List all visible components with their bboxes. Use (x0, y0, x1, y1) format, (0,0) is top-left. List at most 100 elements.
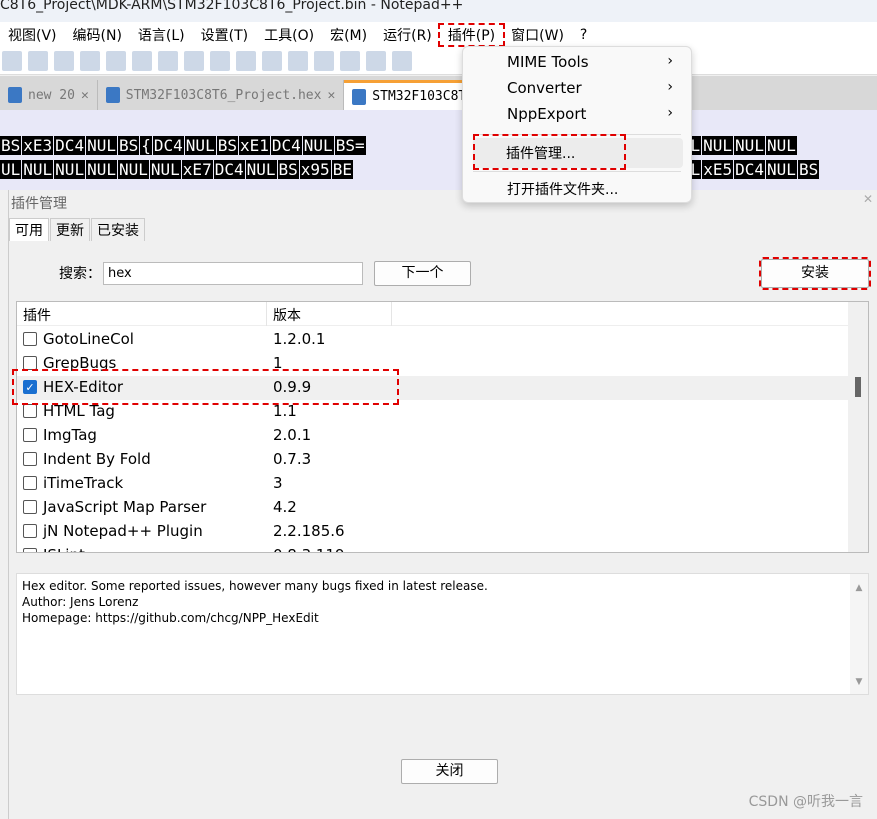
menu-encoding[interactable]: 编码(N) (65, 25, 130, 45)
undo-icon[interactable] (80, 50, 100, 71)
plugin-version: 1.2.0.1 (273, 330, 326, 348)
tab-available[interactable]: 可用 (9, 218, 49, 241)
control-char: NUL (86, 160, 117, 179)
control-char: NUL (54, 160, 86, 179)
chevron-right-icon: › (667, 79, 673, 95)
sync-h-icon[interactable] (262, 50, 282, 71)
tab-new20[interactable]: new 20 ✕ (0, 80, 98, 110)
column-plugin[interactable]: 插件 (23, 305, 51, 325)
checkbox[interactable] (23, 548, 37, 552)
control-char: BS= (334, 136, 366, 155)
menu-item-open-plugin-folder[interactable]: 打开插件文件夹... (507, 179, 618, 199)
checkbox[interactable] (23, 500, 37, 514)
menu-help[interactable]: ? (572, 27, 595, 43)
control-char: NUL (702, 136, 734, 155)
list-item[interactable]: Indent By Fold 0.7.3 (17, 448, 849, 472)
list-item[interactable]: GrepBugs 1 (17, 352, 849, 376)
list-item[interactable]: jN Notepad++ Plugin 2.2.185.6 (17, 520, 849, 544)
plugin-name: Indent By Fold (43, 450, 151, 468)
wrap-icon[interactable] (288, 50, 308, 71)
checkbox[interactable]: ✓ (23, 380, 37, 394)
show-all-icon[interactable] (314, 50, 334, 71)
control-char: BS (0, 136, 22, 155)
tab-label: new 20 (28, 87, 75, 103)
checkbox[interactable] (23, 356, 37, 370)
menu-item-nppexport[interactable]: NppExport (507, 105, 586, 123)
control-char: NUL (302, 136, 334, 155)
control-char: NUL (245, 160, 277, 179)
redo-icon[interactable] (106, 50, 126, 71)
tab-hex[interactable]: STM32F103C8T6_Project.hex ✕ (98, 80, 345, 110)
paste-icon[interactable] (54, 50, 74, 71)
menu-item-mime-tools[interactable]: MIME Tools (507, 53, 589, 71)
list-item[interactable]: iTimeTrack 3 (17, 472, 849, 496)
menu-view[interactable]: 视图(V) (0, 25, 65, 45)
menu-item-plugin-admin[interactable]: 插件管理... (473, 134, 626, 170)
control-char: DC4 (270, 136, 302, 155)
close-button[interactable]: 关闭 (401, 759, 498, 784)
list-item[interactable]: JSLint 0.8.3.119 (17, 544, 849, 552)
plugin-version: 0.7.3 (273, 450, 312, 468)
zoom-out-icon[interactable] (210, 50, 230, 71)
tab-bin[interactable]: STM32F103C8T (344, 80, 476, 110)
control-char: BS (277, 160, 299, 179)
map-icon[interactable] (392, 50, 412, 71)
replace-icon[interactable] (158, 50, 178, 71)
find-icon[interactable] (132, 50, 152, 71)
checkbox[interactable] (23, 524, 37, 538)
menu-settings[interactable]: 设置(T) (193, 25, 256, 45)
plugin-name: jN Notepad++ Plugin (43, 522, 203, 540)
indent-guide-icon[interactable] (340, 50, 360, 71)
list-item[interactable]: HTML Tag 1.1 (17, 400, 849, 424)
checkbox[interactable] (23, 332, 37, 346)
control-char: NUL (149, 160, 181, 179)
control-char: NUL (765, 136, 797, 155)
description-homepage: Homepage: https://github.com/chcg/NPP_He… (22, 611, 319, 625)
control-char: NUL (766, 160, 797, 179)
list-item[interactable]: ImgTag 2.0.1 (17, 424, 849, 448)
list-item[interactable]: JavaScript Map Parser 4.2 (17, 496, 849, 520)
menu-macro[interactable]: 宏(M) (322, 25, 375, 45)
plugin-description: Hex editor. Some reported issues, howeve… (16, 573, 869, 695)
menu-tools[interactable]: 工具(O) (256, 25, 322, 45)
install-button[interactable]: 安装 (759, 257, 871, 290)
sync-v-icon[interactable] (236, 50, 256, 71)
zoom-in-icon[interactable] (184, 50, 204, 71)
file-icon (352, 88, 367, 105)
menu-window[interactable]: 窗口(W) (503, 25, 572, 45)
tab-updates[interactable]: 更新 (50, 218, 90, 241)
close-icon[interactable]: ✕ (327, 88, 335, 103)
menu-item-converter[interactable]: Converter (507, 79, 582, 97)
menu-language[interactable]: 语言(L) (130, 25, 193, 45)
checkbox[interactable] (23, 428, 37, 442)
copy-icon[interactable] (28, 50, 48, 71)
description-author: Author: Jens Lorenz (22, 595, 139, 609)
editor[interactable]: BSxE3DC4NULBS{DC4NULBSxE1DC4NULBS=SNULNU… (0, 110, 877, 190)
close-icon[interactable]: ✕ (81, 88, 89, 103)
editor-line: ULNULNULNULNULNULxE7DC4NULBSx95BEULxE5DC… (0, 160, 820, 179)
menu-run[interactable]: 运行(R) (375, 25, 440, 45)
control-char: xE1 (238, 136, 270, 155)
scrollbar[interactable] (848, 302, 868, 552)
next-button[interactable]: 下一个 (374, 261, 471, 286)
control-char: NUL (734, 136, 765, 155)
menu-plugins[interactable]: 插件(P) (437, 22, 506, 47)
plugin-version: 3 (273, 474, 283, 492)
scrollbar[interactable]: ▲ ▼ (850, 574, 868, 694)
search-input[interactable]: hex (103, 262, 363, 285)
column-version[interactable]: 版本 (273, 305, 301, 325)
checkbox[interactable] (23, 404, 37, 418)
divider (473, 134, 681, 135)
scrollbar-thumb[interactable] (855, 377, 861, 397)
cut-icon[interactable] (2, 50, 22, 71)
list-item[interactable]: ✓ HEX-Editor 0.9.9 (17, 376, 849, 400)
plugin-name: JavaScript Map Parser (43, 498, 207, 516)
close-icon[interactable]: ✕ (859, 192, 877, 212)
list-item[interactable]: GotoLineCol 1.2.0.1 (17, 328, 849, 352)
control-char: UL (0, 160, 22, 179)
checkbox[interactable] (23, 452, 37, 466)
tab-installed[interactable]: 已安装 (91, 218, 145, 241)
checkbox[interactable] (23, 476, 37, 490)
udl-icon[interactable] (366, 50, 386, 71)
plugin-version: 4.2 (273, 498, 297, 516)
